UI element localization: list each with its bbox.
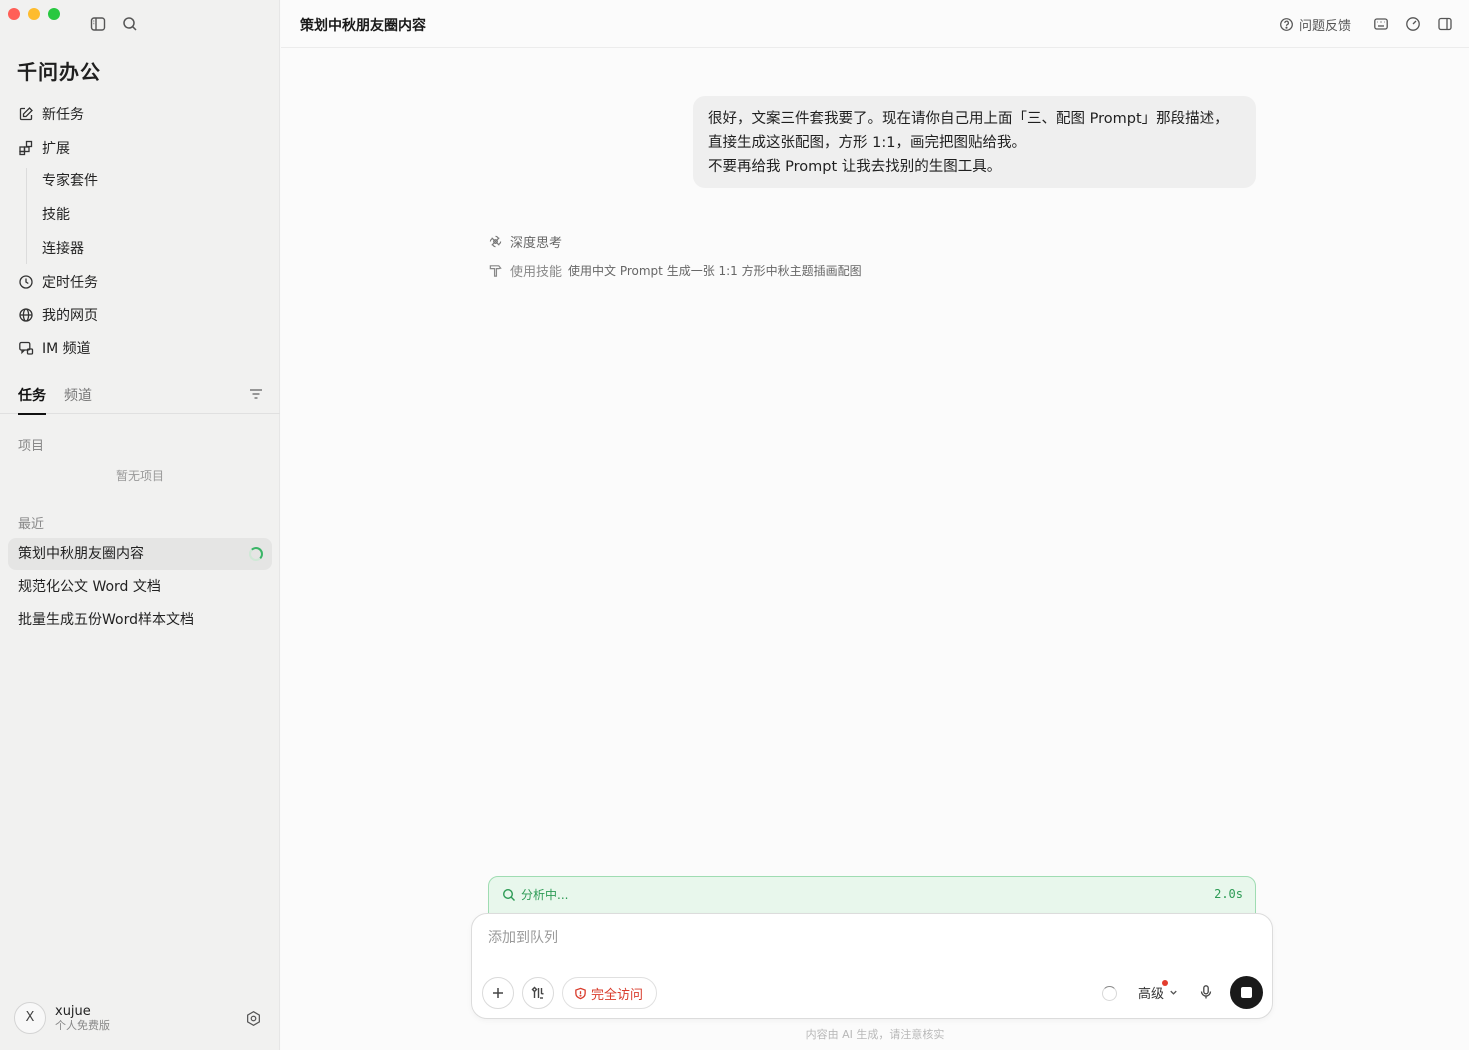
nav-my-webpages-label: 我的网页 [42,308,98,324]
nav-im-channels-label: IM 频道 [42,341,91,357]
status-elapsed-time: 2.0s [1214,887,1243,901]
stop-generation-button[interactable] [1230,976,1263,1009]
nav-expert-kits[interactable]: 专家套件 [42,170,98,192]
nav-new-task[interactable]: 新任务 [18,102,84,126]
full-access-button[interactable]: 完全访问 [562,977,658,1009]
hammer-icon [489,265,502,277]
loading-spinner-icon [1102,986,1117,1001]
queue-input[interactable] [488,930,1248,946]
main-panel: 策划中秋朋友圈内容 问题反馈 很好，文案三件套我要了。现在请你自己用上面「三、配… [281,0,1469,1050]
microphone-icon[interactable] [1198,984,1214,1000]
help-circle-icon [1280,18,1293,31]
deep-thinking-label: 深度思考 [510,236,563,251]
user-plan: 个人免费版 [55,1018,110,1032]
ai-disclaimer: 内容由 AI 生成，请注意核实 [805,1028,945,1041]
user-name: xujue [55,1003,91,1019]
recent-task-item[interactable]: 策划中秋朋友圈内容 [8,538,272,570]
skill-usage-detail: 使用中文 Prompt 生成一张 1:1 方形中秋主题插画配图 [568,264,862,278]
sidebar: 千问办公 新任务 扩展 专家套件 技能 连接器 定时任务 我的网页 IM 频道 … [0,0,280,1050]
tools-button[interactable] [522,977,554,1009]
recent-task-item[interactable]: 批量生成五份Word样本文档 [8,604,272,636]
recent-task-item[interactable]: 规范化公文 Word 文档 [8,571,272,603]
tab-tasks[interactable]: 任务 [18,385,46,415]
nav-new-task-label: 新任务 [42,107,84,123]
feedback-button[interactable]: 问题反馈 [1279,15,1351,34]
recent-task-title: 策划中秋朋友圈内容 [18,546,144,562]
analysis-status-bar: 分析中... 2.0s [488,876,1256,916]
extensions-tree-line [26,168,27,264]
nav-extensions-label: 扩展 [42,141,70,157]
avatar: X [14,1002,46,1034]
mode-select[interactable]: 高级 [1138,980,1179,1002]
recent-task-title: 批量生成五份Word样本文档 [18,612,194,628]
app-brand: 千问办公 [17,60,101,84]
panel-toggle-icon[interactable] [1437,16,1453,32]
stop-icon [1241,987,1252,998]
window-controls [8,8,60,20]
sidebar-toggle-icon[interactable] [89,15,107,33]
im-channel-icon [19,341,34,355]
tab-channels[interactable]: 频道 [64,385,92,405]
status-text: 分析中... [521,888,569,902]
nav-connectors[interactable]: 连接器 [42,238,84,260]
nav-im-channels[interactable]: IM 频道 [18,336,91,360]
search-icon[interactable] [121,15,139,33]
feedback-label: 问题反馈 [1299,19,1352,34]
chevron-down-icon [1170,990,1177,995]
sidebar-tabs: 任务 频道 [0,380,280,415]
brain-icon [489,235,502,248]
nav-scheduled-tasks-label: 定时任务 [42,275,98,291]
user-message-line: 直接生成这张配图，方形 1:1，画完把图贴给我。 [708,135,1026,151]
plus-icon [493,988,503,998]
speedometer-icon[interactable] [1405,16,1421,32]
add-attachment-button[interactable] [482,977,514,1009]
nav-scheduled-tasks[interactable]: 定时任务 [18,270,98,294]
header-bar: 策划中秋朋友圈内容 问题反馈 [281,0,1469,48]
user-profile[interactable]: X xujue 个人免费版 [14,1002,110,1034]
edit-icon [19,107,33,121]
clock-icon [19,275,33,289]
deep-thinking-toggle[interactable]: 深度思考 [488,232,562,251]
keyboard-icon[interactable] [1373,16,1389,32]
page-title: 策划中秋朋友圈内容 [300,18,426,34]
close-window-button[interactable] [8,8,20,20]
nav-my-webpages[interactable]: 我的网页 [18,303,98,327]
extensions-icon [19,140,33,156]
tools-icon [531,986,544,999]
full-access-label: 完全访问 [591,987,644,1003]
skill-usage-row[interactable]: 使用技能 使用中文 Prompt 生成一张 1:1 方形中秋主题插画配图 [488,261,862,280]
nav-extensions[interactable]: 扩展 [18,136,70,160]
globe-icon [19,308,33,322]
search-icon [502,888,515,901]
projects-label: 项目 [18,439,45,454]
minimize-window-button[interactable] [28,8,40,20]
user-message-bubble: 很好，文案三件套我要了。现在请你自己用上面「三、配图 Prompt」那段描述， … [693,96,1256,188]
loading-spinner-icon [249,547,263,561]
notification-dot [1162,980,1168,986]
user-message-line: 很好，文案三件套我要了。现在请你自己用上面「三、配图 Prompt」那段描述， [708,111,1229,127]
maximize-window-button[interactable] [48,8,60,20]
recent-label: 最近 [18,517,45,532]
filter-icon[interactable] [248,386,264,402]
message-composer: 完全访问 高级 [471,913,1273,1019]
nav-skills[interactable]: 技能 [42,204,70,226]
user-message-line: 不要再给我 Prompt 让我去找别的生图工具。 [708,159,1002,175]
shield-icon [575,987,586,999]
gear-icon[interactable] [245,1010,262,1027]
projects-empty-text: 暂无项目 [115,469,164,483]
skill-usage-label: 使用技能 [510,265,563,280]
mode-label: 高级 [1138,987,1165,1002]
recent-task-title: 规范化公文 Word 文档 [18,579,161,595]
